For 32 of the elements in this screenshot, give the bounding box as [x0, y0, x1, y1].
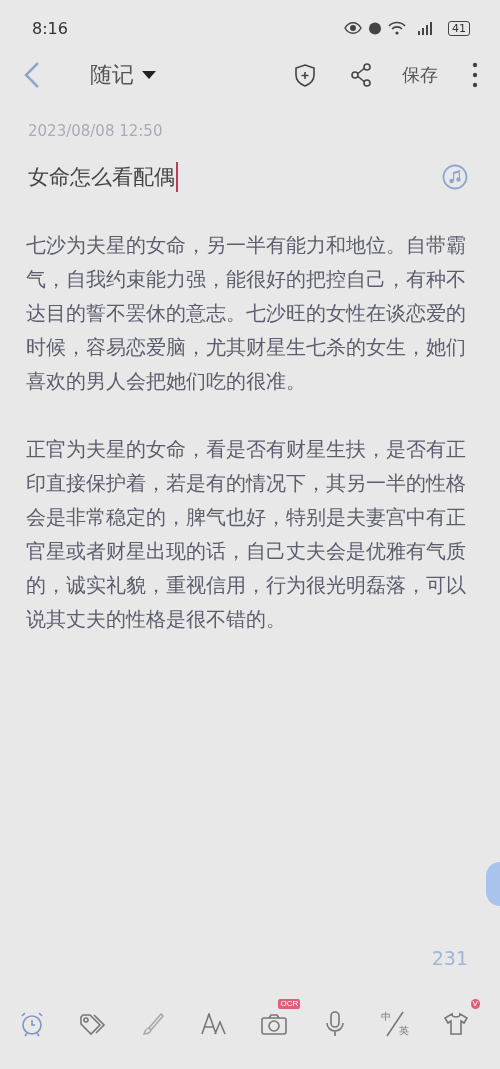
notebook-title[interactable]: 随记 [90, 60, 134, 90]
save-button[interactable]: 保存 [402, 63, 438, 87]
chinese-label: 中 [381, 1010, 392, 1024]
note-paragraph: 七沙为夫星的女命，另一半有能力和地位。自带霸气，自我约束能力强，能很好的把控自己，有种不达目的誓不罢休的意志。七沙旺的女性在谈恋爱的时候，容易恋爱脑，尤其财星生七杀的女生，她们喜欢的男人会把她们吃的很准。 [26, 232, 467, 395]
badge: V [470, 999, 480, 1009]
alarm-clock-icon [19, 1011, 45, 1037]
t-shirt-icon [443, 1012, 468, 1036]
note-paragraph: 正官为夫星的女命，看是否有财星生扶，是否有正印直接保护着，若是有的情况下，其另一半的性格会是非常稳定的，脾气也好，特别是夫妻宫中有正官星或者财星出现的话，自己丈夫会是优雅有气质的，诚实礼貌，重视信用，行为很光明磊落，可以说其丈夫的性格是很不错的。 [26, 436, 467, 633]
brush-icon [141, 1012, 166, 1036]
lang-button[interactable]: 中 英 [377, 999, 422, 1039]
music-note-icon[interactable] [442, 164, 468, 190]
wifi-icon [388, 21, 406, 35]
status-time: 8:16 [32, 18, 68, 38]
font-size-icon [200, 1013, 227, 1035]
note-title[interactable]: 女命怎么看配偶 [28, 163, 175, 191]
back-button[interactable] [24, 61, 40, 89]
battery-level: 41 [448, 20, 470, 36]
text-cursor [176, 162, 178, 192]
microphone-icon [324, 1011, 345, 1037]
shirt-button[interactable]: V [437, 999, 482, 1039]
eye-icon [344, 22, 362, 34]
shield-add-button[interactable] [294, 63, 316, 87]
camera-button[interactable]: OCR [256, 999, 301, 1039]
caret-icon[interactable] [142, 71, 156, 79]
more-menu-button[interactable] [472, 62, 478, 88]
badge: OCR [278, 999, 301, 1009]
share-button[interactable] [350, 63, 372, 87]
note-date: 2023/08/08 12:50 [27, 121, 164, 140]
tag-icon [78, 1012, 107, 1036]
word-count: 231 [430, 947, 469, 971]
english-label: 英 [399, 1024, 410, 1038]
camera-icon [261, 1013, 288, 1035]
